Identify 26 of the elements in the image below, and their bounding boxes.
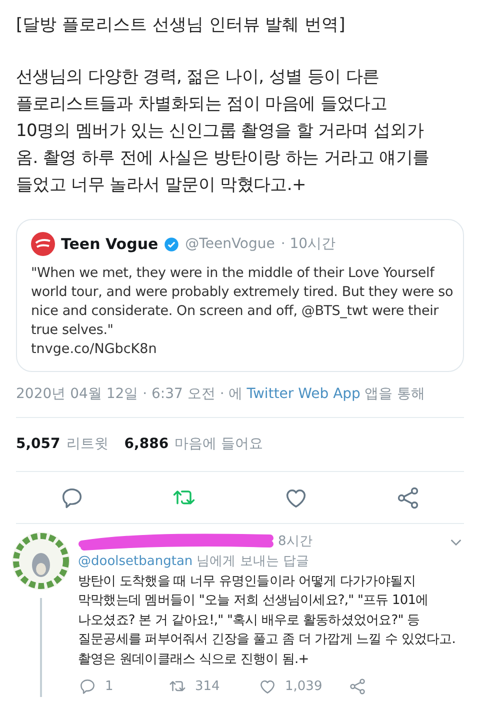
tweet-heading: [달방 플로리스트 선생님 인터뷰 발췌 번역]	[16, 14, 346, 37]
quoted-author-name: Teen Vogue	[61, 234, 158, 255]
quoted-handle: @TeenVogue	[185, 234, 275, 254]
quoted-time: · 10시간	[280, 234, 336, 254]
app-link[interactable]: Twitter Web App	[246, 384, 360, 405]
stat-label[interactable]: 마음에 들어요	[174, 434, 264, 455]
action-count: 314	[195, 678, 220, 696]
reply-to-label: 님에게 보내는 답글	[196, 552, 309, 570]
stat-label[interactable]: 리트윗	[66, 434, 108, 455]
tweet-text: 선생님의 다양한 경력, 젊은 나이, 성별 등이 다른 플로리스트들과 차별화되는 점이 마음에 들었다고 10명의 멤버가 있는 신인그룹 촬영을 할 거라며 섭외가 옴. 촬영 하루 전에 사실은 방탄이랑 하는 거라고 얘기를 들었고 너무 놀라서 말문이 막혔다고.+	[16, 66, 430, 197]
avatar[interactable]	[12, 532, 70, 590]
share-icon[interactable]	[348, 677, 367, 696]
quoted-tweet-card[interactable]	[16, 219, 464, 372]
stat-count[interactable]: 5,057	[16, 434, 60, 455]
reply-time: 8시간	[278, 533, 312, 551]
stat-count[interactable]: 6,886	[124, 434, 169, 455]
quoted-link[interactable]: tnvge.co/NGbcK8n	[31, 340, 449, 359]
reply-to-handle[interactable]: @doolsetbangtan	[78, 552, 193, 572]
logo-icon	[31, 232, 55, 256]
app-suffix: 앱을 통해	[364, 385, 425, 404]
tweet-date: 2020년 04월 12일 · 6:37 오전 · 에	[16, 385, 243, 404]
speech-bubble-icon[interactable]	[78, 677, 97, 696]
share-icon[interactable]	[395, 484, 421, 510]
action-count: 1	[105, 678, 114, 696]
reply-text: 방탄이 도착했을 때 너무 유명인들이라 어떻게 다가가야될지 막막했는데 멤버들이 "오늘 저희 선생님이세요?," "프듀 101에 나오셨죠? 본 거 같아요!," "혹시 배우로 활동하셨었어요?" 등 질문공세를 퍼부어줘서 긴장을 풀고 좀 더 가깝게 느낄 수 있었다고. 촬영은 원데이클래스 식으로 진행이 됨.+	[78, 572, 457, 668]
action-count: 1,039	[285, 678, 322, 696]
